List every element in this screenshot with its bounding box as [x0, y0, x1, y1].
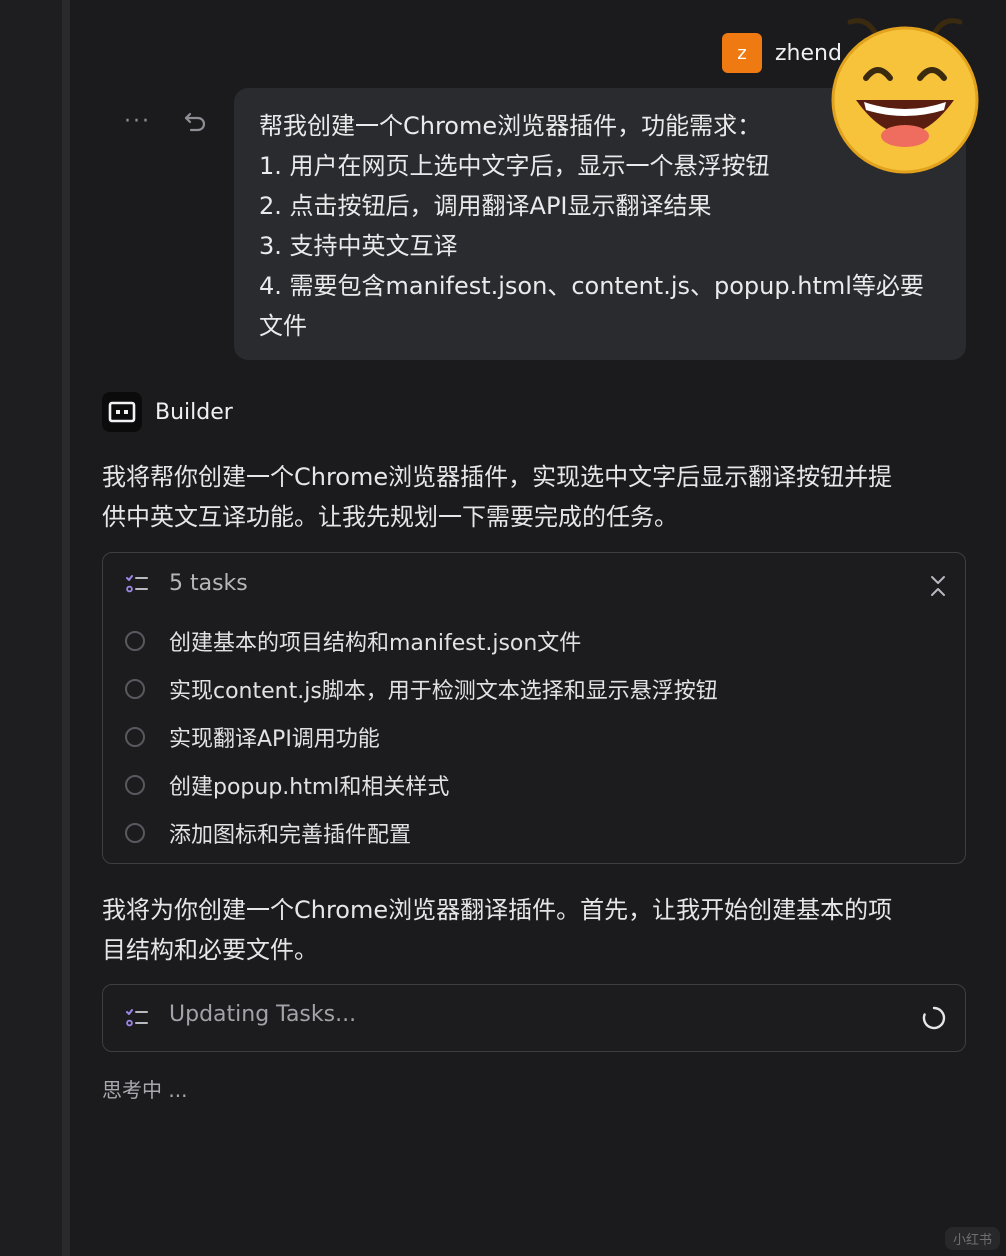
user-header: z zhend — [722, 33, 842, 73]
left-panel-border — [62, 0, 70, 1256]
task-checkbox[interactable] — [125, 775, 145, 795]
builder-icon — [102, 392, 142, 432]
grinning-emoji-sticker — [831, 18, 979, 174]
task-count: 5 tasks — [169, 571, 248, 596]
user-message-line: 4. 需要包含manifest.json、content.js、popup.ht… — [259, 272, 924, 300]
user-message-line: 3. 支持中英文互译 — [259, 232, 458, 260]
message-tools: ··· — [124, 108, 209, 136]
collapse-icon[interactable] — [925, 573, 951, 599]
task-item: 添加图标和完善插件配置 — [125, 817, 411, 849]
undo-icon[interactable] — [181, 108, 209, 136]
task-list-header[interactable]: 5 tasks — [125, 571, 248, 596]
task-item: 实现翻译API调用功能 — [125, 721, 380, 753]
updating-tasks-card: Updating Tasks... — [102, 984, 966, 1052]
task-label: 创建popup.html和相关样式 — [169, 775, 450, 800]
assistant-intro-line: 供中英文互译功能。让我先规划一下需要完成的任务。 — [102, 503, 678, 531]
task-list-icon — [126, 574, 148, 592]
task-item: 创建基本的项目结构和manifest.json文件 — [125, 625, 581, 657]
task-label: 实现content.js脚本，用于检测文本选择和显示悬浮按钮 — [169, 679, 718, 704]
task-label: 实现翻译API调用功能 — [169, 727, 380, 752]
task-checkbox[interactable] — [125, 823, 145, 843]
user-avatar: z — [722, 33, 762, 73]
thinking-status: 思考中 ... — [102, 1078, 188, 1102]
task-label: 添加图标和完善插件配置 — [169, 823, 412, 848]
task-checkbox[interactable] — [125, 631, 145, 651]
task-list-icon — [126, 1009, 148, 1027]
assistant-intro-line: 我将帮你创建一个Chrome浏览器插件，实现选中文字后显示翻译按钮并提 — [102, 463, 893, 491]
left-rail — [0, 0, 62, 1256]
task-item: 实现content.js脚本，用于检测文本选择和显示悬浮按钮 — [125, 673, 718, 705]
task-list-card: 5 tasks 创建基本的项目结构和manifest.json文件 实现cont… — [102, 552, 966, 864]
spinner-icon — [922, 1006, 946, 1030]
ellipsis-icon[interactable]: ··· — [124, 111, 151, 133]
task-label: 创建基本的项目结构和manifest.json文件 — [169, 631, 582, 656]
user-message-line: 文件 — [259, 312, 307, 340]
assistant-follow-line: 目结构和必要文件。 — [102, 936, 318, 964]
task-checkbox[interactable] — [125, 727, 145, 747]
user-message-line: 2. 点击按钮后，调用翻译API显示翻译结果 — [259, 192, 712, 220]
assistant-name: Builder — [155, 399, 233, 425]
watermark: 小红书 — [944, 1227, 1000, 1250]
task-item: 创建popup.html和相关样式 — [125, 769, 449, 801]
task-checkbox[interactable] — [125, 679, 145, 699]
assistant-header: Builder — [102, 392, 233, 432]
assistant-follow-line: 我将为你创建一个Chrome浏览器翻译插件。首先，让我开始创建基本的项 — [102, 896, 893, 924]
updating-tasks-label: Updating Tasks... — [169, 1002, 357, 1027]
